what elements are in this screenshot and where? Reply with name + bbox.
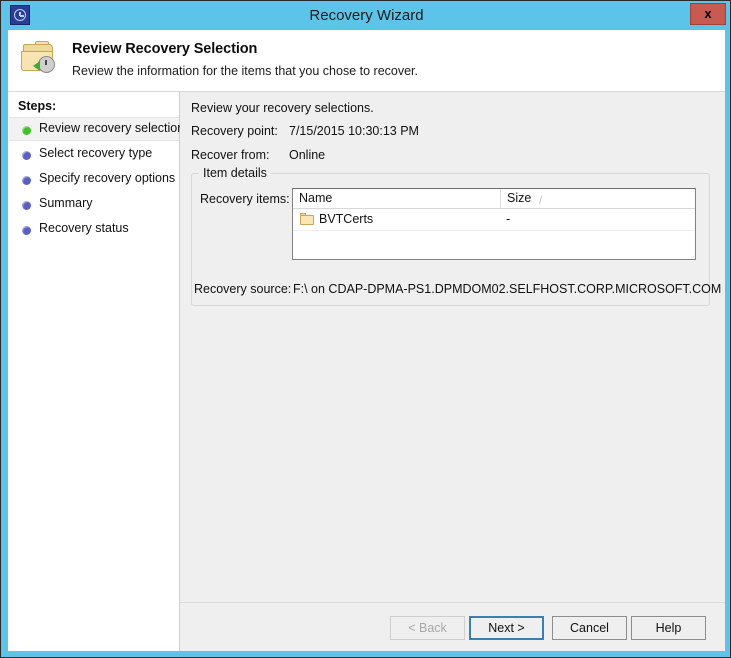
recovery-source-value: F:\ on CDAP-DPMA-PS1.DPMDOM02.SELFHOST.C… xyxy=(293,282,722,296)
recovery-items-listview[interactable]: Name Size / BVTCerts - xyxy=(292,188,696,260)
close-icon[interactable]: x xyxy=(690,3,726,25)
next-button[interactable]: Next > xyxy=(469,616,544,640)
recovery-wizard-window: Recovery Wizard x Review Recovery Select… xyxy=(0,0,731,658)
steps-sidebar: Steps: Review recovery selection Select … xyxy=(8,92,184,651)
sidebar-item-label: Recovery status xyxy=(39,221,129,235)
row-size: - xyxy=(506,212,511,226)
recover-from-label: Recover from: xyxy=(191,148,270,162)
recovery-point-label: Recovery point: xyxy=(191,124,278,138)
sidebar-item-review-recovery-selection[interactable]: Review recovery selection xyxy=(9,117,184,141)
cancel-button[interactable]: Cancel xyxy=(552,616,627,640)
folder-recovery-icon xyxy=(19,40,63,80)
steps-heading: Steps: xyxy=(18,99,57,113)
title-bar: Recovery Wizard x xyxy=(1,1,730,30)
recovery-source-label: Recovery source: xyxy=(194,282,292,296)
wizard-header: Review Recovery Selection Review the inf… xyxy=(8,30,725,92)
sidebar-item-select-recovery-type[interactable]: Select recovery type xyxy=(9,143,179,167)
listview-header: Name Size / xyxy=(293,189,695,209)
sidebar-item-summary[interactable]: Summary xyxy=(9,193,179,217)
folder-icon xyxy=(300,213,314,225)
sidebar-item-specify-recovery-options[interactable]: Specify recovery options xyxy=(9,168,179,192)
recovery-items-label: Recovery items: xyxy=(200,192,290,206)
content-panel: Review your recovery selections. Recover… xyxy=(180,92,725,651)
row-name: BVTCerts xyxy=(319,212,374,226)
intro-text: Review your recovery selections. xyxy=(191,101,374,115)
sidebar-item-label: Specify recovery options xyxy=(39,171,176,185)
page-title: Review Recovery Selection xyxy=(72,41,258,57)
step-bullet-icon xyxy=(22,126,31,135)
recover-from-value: Online xyxy=(289,148,326,162)
page-subtitle: Review the information for the items tha… xyxy=(72,64,419,78)
step-bullet-icon xyxy=(22,176,31,185)
column-header-size[interactable]: Size / xyxy=(501,189,695,208)
sidebar-item-recovery-status[interactable]: Recovery status xyxy=(9,218,179,242)
help-button[interactable]: Help xyxy=(631,616,706,640)
column-header-name-label: Name xyxy=(299,191,333,205)
column-header-size-label: Size xyxy=(507,191,532,205)
wizard-footer: < Back Next > Cancel Help xyxy=(180,602,725,651)
sidebar-item-label: Summary xyxy=(39,196,93,210)
step-bullet-icon xyxy=(22,151,31,160)
recovery-point-value: 7/15/2015 10:30:13 PM xyxy=(289,124,419,138)
step-bullet-icon xyxy=(22,226,31,235)
step-bullet-icon xyxy=(22,201,31,210)
back-button[interactable]: < Back xyxy=(390,616,465,640)
sidebar-item-label: Review recovery selection xyxy=(39,121,185,135)
table-row[interactable]: BVTCerts - xyxy=(293,209,695,231)
column-header-name[interactable]: Name xyxy=(293,189,501,208)
item-details-legend: Item details xyxy=(199,166,271,180)
sidebar-item-label: Select recovery type xyxy=(39,146,153,160)
window-title: Recovery Wizard xyxy=(309,7,424,24)
